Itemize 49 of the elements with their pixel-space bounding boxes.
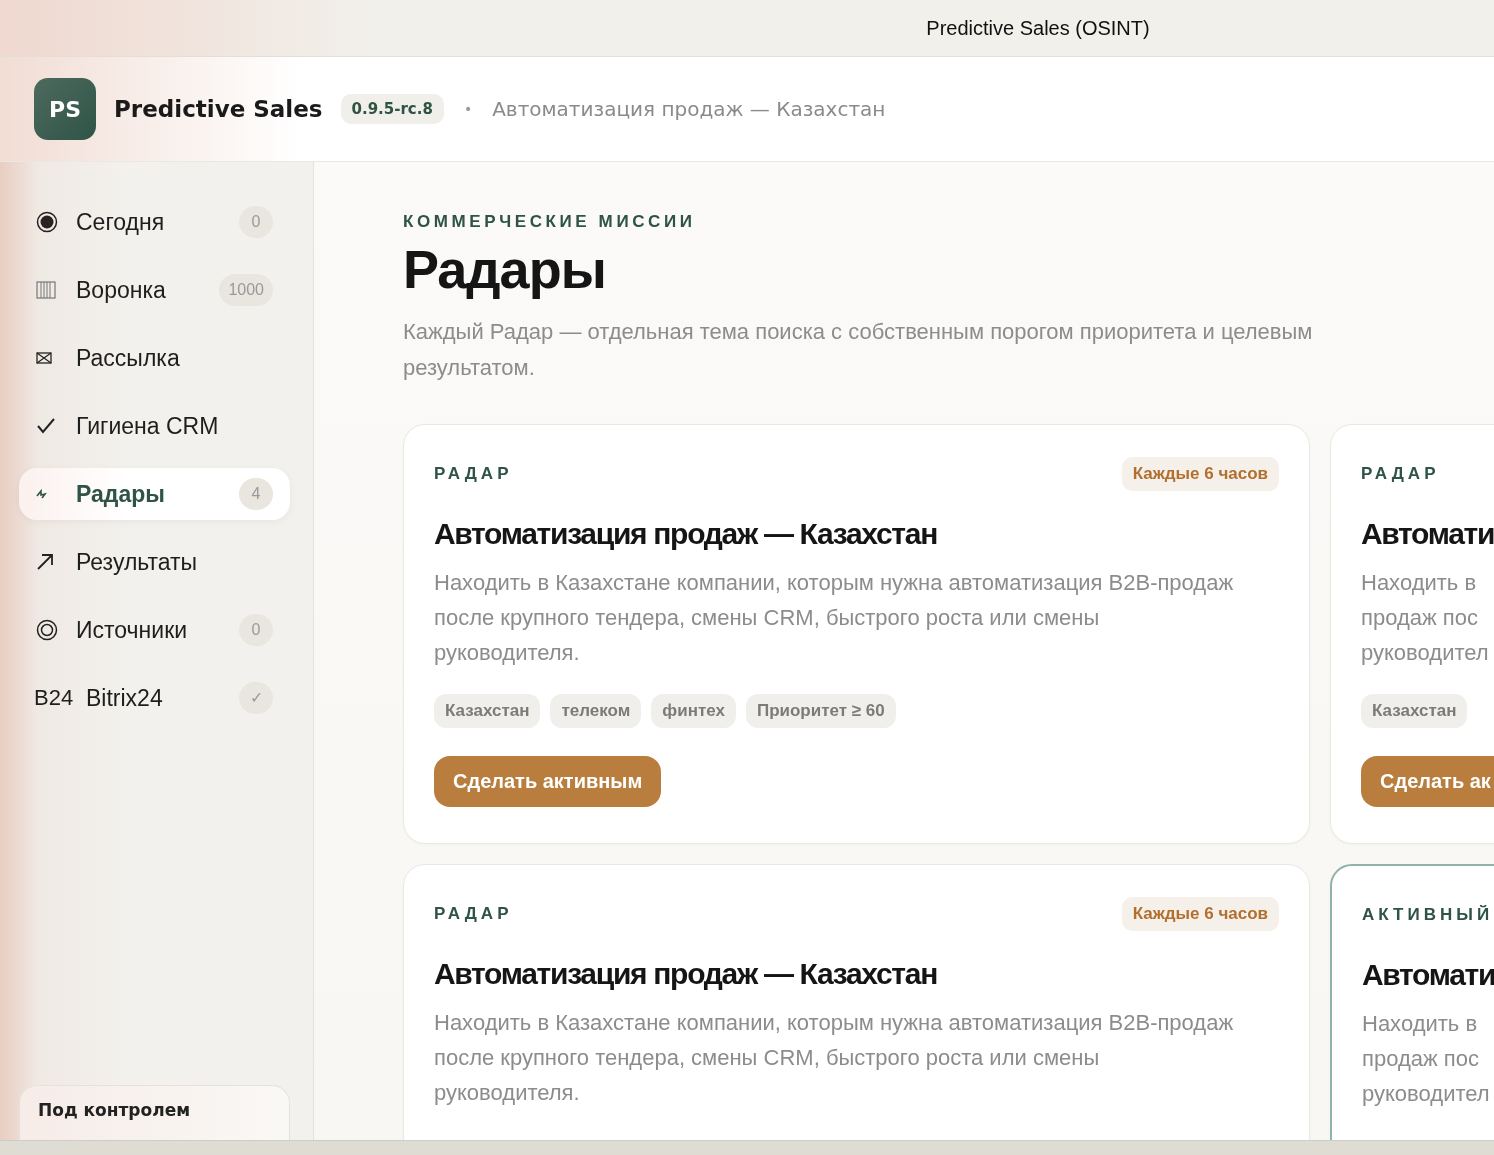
sidebar-item[interactable]: Рассылка <box>19 332 290 384</box>
brand-mark: B24 <box>34 685 75 711</box>
arrow-icon <box>36 553 54 571</box>
sidebar-item[interactable]: Воронка 1000 <box>19 264 290 316</box>
striped-box-icon <box>36 281 56 299</box>
card-description: Находить в продаж пос руководител <box>1361 569 1490 667</box>
version-badge: 0.9.5-rc.8 <box>340 94 444 124</box>
sidebar-item[interactable]: B24 Bitrix24 ✓ <box>19 672 290 724</box>
card-label: АКТИВНЫЙ <box>1362 905 1494 925</box>
sidebar-item[interactable]: Гигиена CRM <box>19 400 290 452</box>
card-title: Автомати <box>1362 958 1494 992</box>
card-label: РАДАР <box>1361 464 1440 484</box>
card-title: Автоматизация продаж — Казахстан <box>434 957 938 991</box>
app-logo: PS <box>34 78 96 140</box>
sidebar-item[interactable]: Результаты <box>19 536 290 588</box>
separator-dot: • <box>463 101 473 117</box>
card-title: Автоматизация продаж — Казахстан <box>434 517 938 551</box>
tag-chip: телеком <box>550 694 642 728</box>
card-label: РАДАР <box>434 464 513 484</box>
context-label: Автоматизация продаж — Казахстан <box>492 97 886 121</box>
schedule-badge: Каждые 6 часов <box>1121 897 1279 931</box>
schedule-badge: Каждые 6 часов <box>1121 457 1279 491</box>
count-badge: 1000 <box>219 274 273 306</box>
card-label: РАДАР <box>434 904 513 924</box>
radio-dot-icon <box>36 211 58 233</box>
window-title: Predictive Sales (OSINT) <box>926 16 1150 40</box>
page-title: Радары <box>403 238 607 300</box>
count-badge: 4 <box>239 478 273 510</box>
tag-chip: финтех <box>651 694 736 728</box>
card-description: Находить в продаж пос руководител <box>1362 1010 1491 1108</box>
sidebar-item[interactable]: Сегодня 0 <box>19 196 290 248</box>
status-title: Под контролем <box>38 1100 191 1120</box>
card-description: Находить в Казахстане компании, которым нужна автоматизация B2B-продаж после крупного тендера, смены CRM, быстрого роста или смены руководителя. <box>434 569 1234 667</box>
checkmark-icon <box>36 417 56 435</box>
sidebar-item[interactable]: Радары 4 <box>19 468 290 520</box>
page-description: Каждый Радар — отдельная тема поиска с собственным порогом приоритета и целевым результатом. <box>403 318 1314 382</box>
tag-chip: Казахстан <box>434 694 541 728</box>
sidebar-item[interactable]: Источники 0 <box>19 604 290 656</box>
app-name: Predictive Sales <box>114 96 323 122</box>
ring-icon <box>36 619 58 641</box>
tag-chip: Приоритет ≥ 60 <box>745 694 896 728</box>
count-badge: 0 <box>239 614 273 646</box>
envelope-icon <box>36 352 52 364</box>
count-badge: ✓ <box>239 682 273 714</box>
card-title: Автомати <box>1361 517 1494 551</box>
section-eyebrow: КОММЕРЧЕСКИЕ МИССИИ <box>403 212 696 232</box>
tag-chip: Казахстан <box>1361 694 1468 728</box>
count-badge: 0 <box>239 206 273 238</box>
card-description: Находить в Казахстане компании, которым нужна автоматизация B2B-продаж после крупного тендера, смены CRM, быстрого роста или смены руководителя. <box>434 1009 1234 1107</box>
